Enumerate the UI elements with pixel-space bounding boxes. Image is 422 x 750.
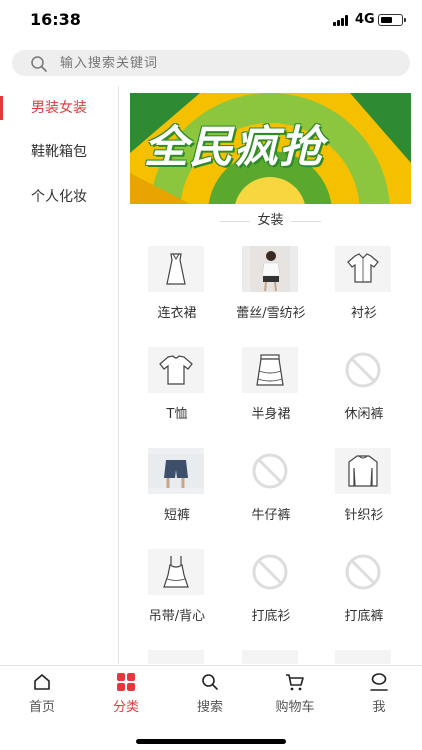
home-icon: [34, 674, 50, 690]
no-picture-icon: [335, 347, 391, 393]
tab-cart[interactable]: 购物车: [253, 666, 337, 718]
search-icon: [31, 56, 47, 72]
status-time: 16:38: [30, 10, 81, 29]
search-input[interactable]: [60, 50, 380, 76]
tab-label: 购物车: [275, 700, 315, 715]
sidebar-item-shoes-bags[interactable]: 鞋靴箱包: [0, 130, 118, 174]
category-label: 休闲裤: [344, 407, 384, 422]
tab-search[interactable]: 搜索: [168, 666, 252, 718]
sidebar-item-mens-womens[interactable]: 男装女装: [0, 86, 118, 130]
partial-row-thumb: [335, 650, 391, 664]
no-picture-icon: [335, 549, 391, 595]
camisole-icon: [148, 549, 204, 595]
partial-row-thumb: [242, 650, 298, 664]
category-label: 打底裤: [344, 609, 384, 624]
tab-category[interactable]: 分类: [84, 666, 168, 718]
section-header: 女装: [130, 211, 411, 231]
tab-label: 搜索: [196, 700, 223, 715]
promo-banner[interactable]: 全民疯抢: [130, 93, 411, 204]
no-picture-icon: [242, 549, 298, 595]
shirt-icon: [335, 246, 391, 292]
search-bar[interactable]: [12, 50, 410, 76]
tshirt-icon: [148, 347, 204, 393]
sweater-icon: [335, 448, 391, 494]
home-indicator[interactable]: [136, 739, 286, 744]
shorts-photo: [148, 448, 204, 494]
category-label: 衬衫: [350, 306, 377, 321]
status-bar: 16:38 4G: [0, 0, 422, 44]
tab-me[interactable]: 我: [337, 666, 421, 718]
model-photo: [242, 246, 298, 292]
search-icon: [202, 674, 218, 690]
bottom-tab-bar: 首页 分类 搜索 购物车 我: [0, 665, 422, 750]
battery-icon: [378, 14, 406, 26]
banner-title: 全民疯抢: [144, 122, 324, 173]
partial-row-thumb: [148, 650, 204, 664]
network-label: 4G: [355, 12, 375, 27]
no-picture-icon: [242, 448, 298, 494]
tab-label: 首页: [28, 700, 55, 715]
user-icon: [370, 673, 388, 691]
category-label: 针织衫: [344, 508, 384, 523]
cart-icon: [286, 674, 304, 691]
category-sidebar: 男装女装 鞋靴箱包 个人化妆: [0, 86, 119, 664]
tab-home[interactable]: 首页: [0, 666, 84, 718]
skirt-icon: [242, 347, 298, 393]
tab-label: 分类: [112, 700, 139, 715]
dress-icon: [148, 246, 204, 292]
section-title: 女装: [257, 213, 284, 228]
category-icon: [117, 673, 135, 691]
tab-label: 我: [372, 700, 386, 715]
signal-icon: [333, 15, 350, 26]
sidebar-item-cosmetics[interactable]: 个人化妆: [0, 175, 118, 219]
